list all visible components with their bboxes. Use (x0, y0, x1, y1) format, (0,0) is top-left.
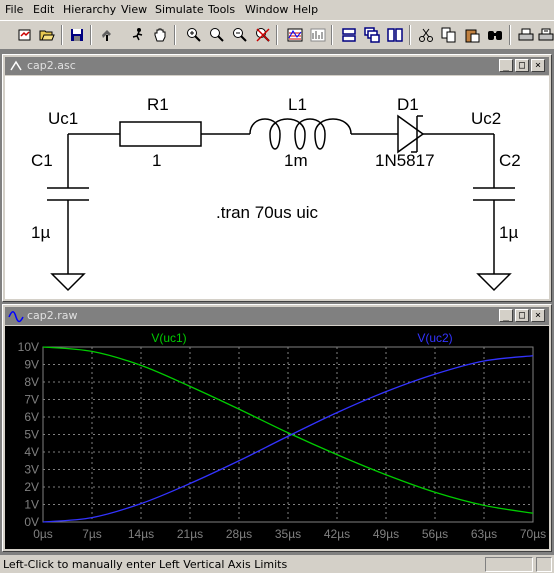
x-tick-label: 7µs (82, 527, 102, 541)
status-panel (485, 557, 533, 572)
label-uc2: Uc2 (471, 109, 501, 128)
x-tick-label: 14µs (128, 527, 154, 541)
y-tick-label: 9V (24, 358, 39, 372)
schematic-canvas[interactable]: Uc1 Uc2 R1 1 L1 1m D1 1N5817 C1 1µ C2 1µ… (5, 76, 549, 299)
x-tick-label: 49µs (373, 527, 399, 541)
inductor-l1 (249, 118, 352, 150)
minimize-button[interactable]: _ (499, 59, 513, 72)
open-icon[interactable] (36, 24, 57, 45)
maximize-button[interactable]: □ (515, 309, 529, 322)
label-c1-value: 1µ (31, 223, 50, 242)
print-icon[interactable] (515, 24, 536, 45)
label-l1-value: 1m (284, 151, 308, 170)
minimize-button[interactable]: _ (499, 309, 513, 322)
y-tick-label: 7V (24, 393, 39, 407)
label-c2-value: 1µ (499, 223, 518, 242)
print-setup-icon[interactable] (535, 24, 554, 45)
pan-icon[interactable] (149, 24, 170, 45)
run-icon[interactable] (127, 24, 148, 45)
status-bar: Left-Click to manually enter Left Vertic… (0, 556, 554, 573)
menu-simulate[interactable]: Simulate (155, 3, 204, 16)
save-icon[interactable] (66, 24, 87, 45)
y-tick-label: 4V (24, 445, 39, 459)
schematic-title: cap2.asc (27, 59, 76, 72)
y-tick-label: 1V (24, 498, 39, 512)
legend-label-1: V(uc1) (151, 331, 186, 345)
y-tick-label: 2V (24, 480, 39, 494)
y-tick-label: 6V (24, 410, 39, 424)
tile-vertical-icon[interactable] (384, 24, 405, 45)
waveform-plot: 0µs 7µs 14µs 21µs 28µs 35µs 42µs 49µs 56µs 63µs 70… (18, 331, 546, 541)
x-tick-label: 70µs (520, 527, 546, 541)
mdi-client-area: cap2.asc _ □ × Uc1 Uc2 R1 1 L1 1m D1 1N5… (0, 50, 554, 555)
menu-edit[interactable]: Edit (33, 3, 54, 16)
schematic-drawing: Uc1 Uc2 R1 1 L1 1m D1 1N5817 C1 1µ C2 1µ… (31, 95, 521, 292)
label-d1-name: D1 (397, 95, 419, 114)
y-tick-label: 5V (24, 428, 39, 442)
cancel-zoom-icon[interactable] (252, 24, 273, 45)
plot-canvas[interactable]: 0µs 7µs 14µs 21µs 28µs 35µs 42µs 49µs 56µs 63µs 70… (5, 326, 549, 549)
ground-symbol-right (476, 273, 512, 292)
control-panel-icon[interactable] (96, 24, 117, 45)
menu-file[interactable]: File (5, 3, 23, 16)
diode-d1-body (391, 114, 425, 154)
status-text: Left-Click to manually enter Left Vertic… (3, 558, 288, 571)
x-tick-label: 56µs (422, 527, 448, 541)
y-tick-label: 3V (24, 463, 39, 477)
menu-bar: File Edit Hierarchy View Simulate Tools … (0, 0, 554, 20)
menu-hierarchy[interactable]: Hierarchy (63, 3, 116, 16)
x-tick-label: 63µs (471, 527, 497, 541)
toolbar (0, 20, 554, 50)
close-button[interactable]: × (531, 309, 545, 322)
x-tick-label: 0µs (33, 527, 53, 541)
label-tran-directive: .tran 70us uic (216, 203, 319, 222)
zoom-full-icon[interactable] (206, 24, 227, 45)
fft-icon[interactable] (307, 24, 328, 45)
menu-tools[interactable]: Tools (208, 3, 235, 16)
schematic-window: cap2.asc _ □ × Uc1 Uc2 R1 1 L1 1m D1 1N5… (2, 54, 552, 302)
label-c1-name: C1 (31, 151, 53, 170)
tile-horizontal-icon[interactable] (338, 24, 359, 45)
menu-window[interactable]: Window (245, 3, 288, 16)
x-tick-label: 42µs (324, 527, 350, 541)
plot-title: cap2.raw (27, 309, 78, 322)
resistor-r1 (119, 121, 202, 147)
new-schematic-icon[interactable] (14, 24, 35, 45)
paste-icon[interactable] (461, 24, 482, 45)
size-grip[interactable] (536, 557, 552, 572)
y-tick-label: 0V (24, 515, 39, 529)
zoom-in-icon[interactable] (183, 24, 204, 45)
x-tick-label: 28µs (226, 527, 252, 541)
zoom-out-icon[interactable] (229, 24, 250, 45)
schematic-doc-icon (10, 60, 22, 71)
y-tick-label: 10V (18, 340, 39, 354)
waveform-doc-icon (8, 311, 24, 323)
y-tick-label: 8V (24, 375, 39, 389)
close-button[interactable]: × (531, 59, 545, 72)
cascade-icon[interactable] (361, 24, 382, 45)
menu-view[interactable]: View (121, 3, 147, 16)
ground-symbol-left (50, 273, 86, 292)
find-icon[interactable] (484, 24, 505, 45)
x-tick-label: 21µs (177, 527, 203, 541)
x-tick-label: 35µs (275, 527, 301, 541)
plot-window: cap2.raw _ □ × 0µs 7µs 14µs 21µs 28µs 35µs 42µ… (2, 304, 552, 552)
waveform-icon[interactable] (284, 24, 305, 45)
copy-icon[interactable] (438, 24, 459, 45)
legend-label-2: V(uc2) (417, 331, 452, 345)
diode-d1-cathode (411, 115, 423, 153)
cut-icon[interactable] (415, 24, 436, 45)
schematic-titlebar[interactable]: cap2.asc _ □ × (5, 57, 549, 75)
plot-titlebar[interactable]: cap2.raw _ □ × (5, 307, 549, 325)
label-uc1: Uc1 (48, 109, 78, 128)
label-d1-value: 1N5817 (375, 151, 435, 170)
label-c2-name: C2 (499, 151, 521, 170)
label-l1-name: L1 (288, 95, 307, 114)
menu-help[interactable]: Help (293, 3, 318, 16)
label-r1-name: R1 (147, 95, 169, 114)
maximize-button[interactable]: □ (515, 59, 529, 72)
label-r1-value: 1 (152, 151, 161, 170)
